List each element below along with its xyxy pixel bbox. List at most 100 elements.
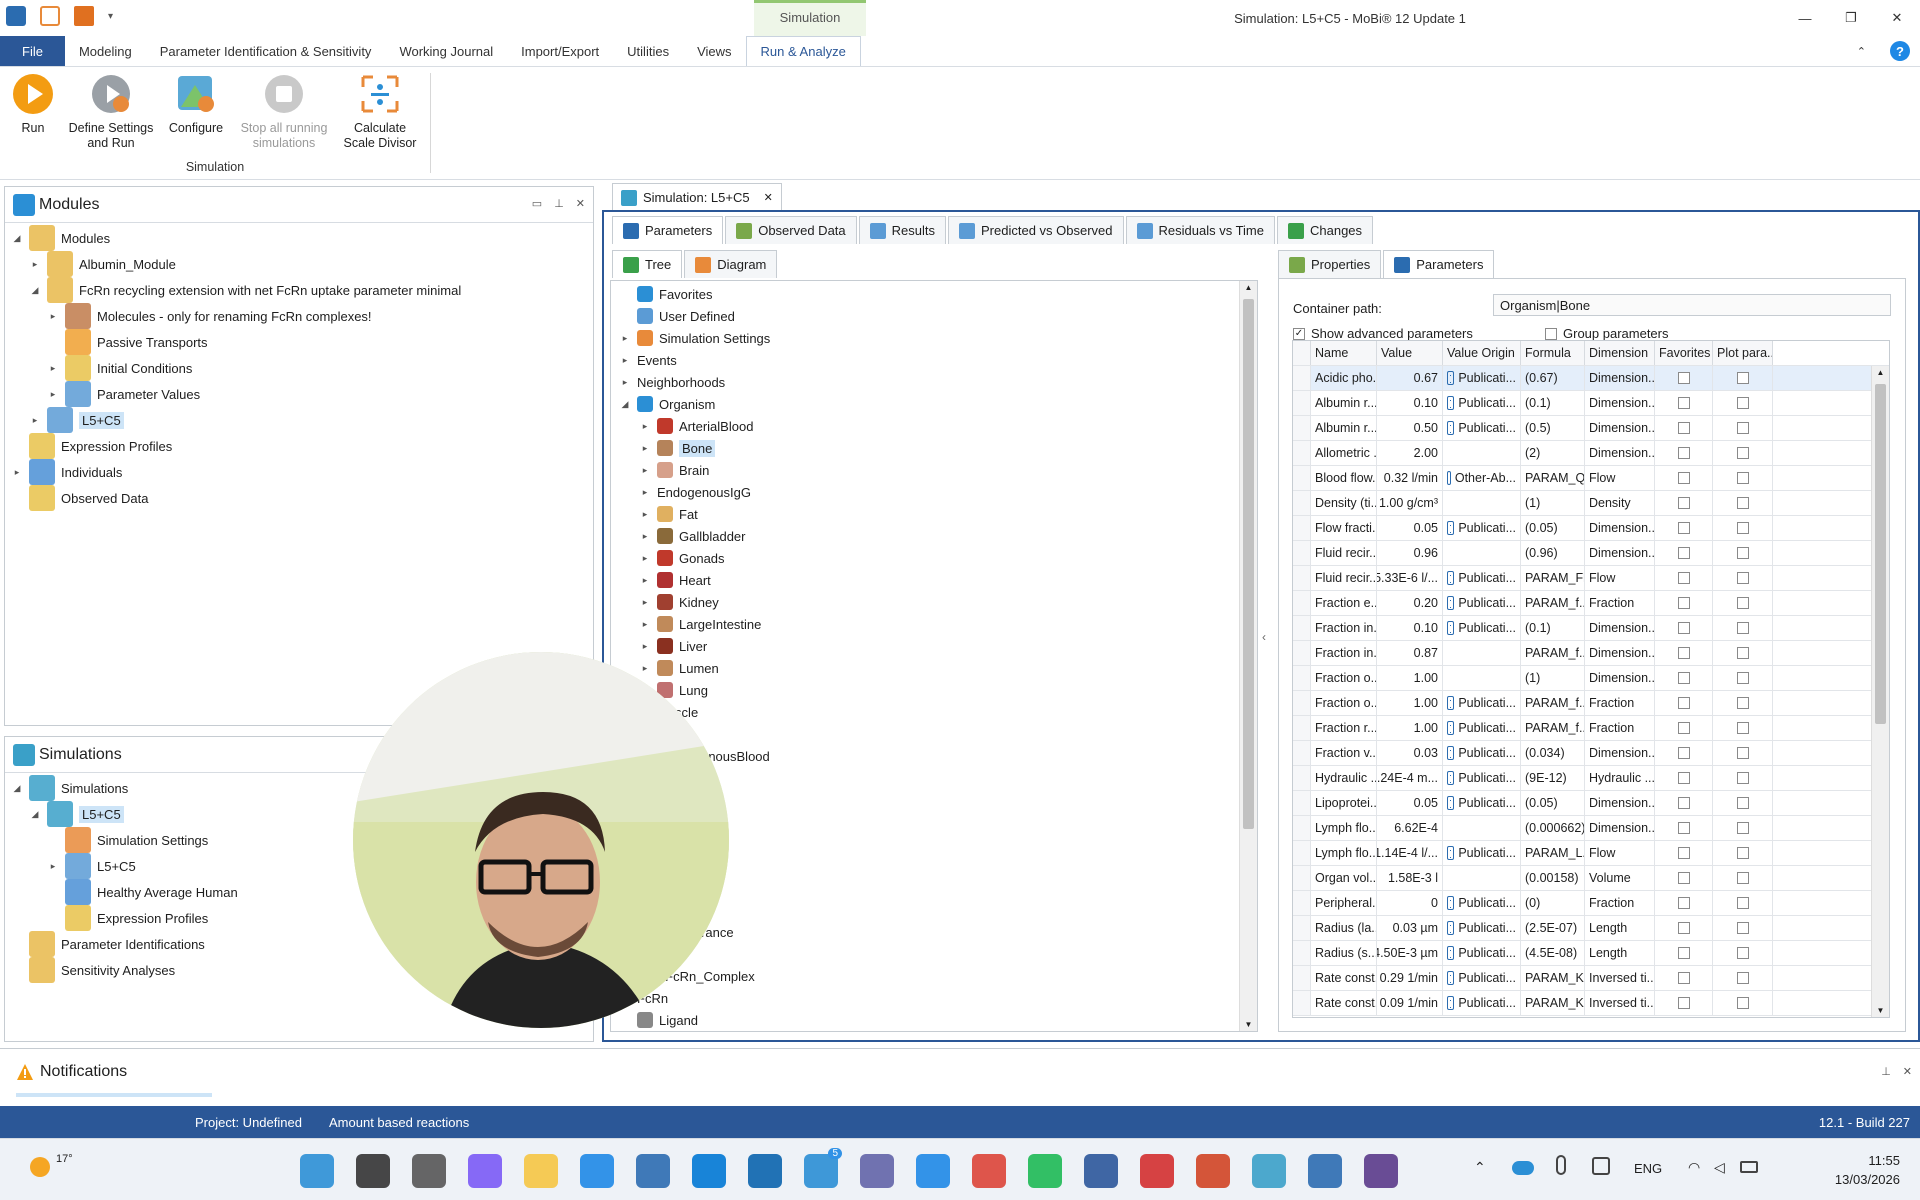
param-value-origin[interactable] [1443, 816, 1521, 840]
tab-properties[interactable]: Properties [1278, 250, 1382, 278]
plot-parameter-checkbox-box[interactable] [1736, 697, 1749, 709]
tab-parameters[interactable]: Parameters [1383, 250, 1495, 278]
task-view-icon[interactable] [412, 1154, 446, 1188]
github-icon[interactable] [1364, 1154, 1398, 1188]
plot-parameter-checkbox[interactable] [1713, 616, 1773, 640]
favorite-checkbox-box[interactable] [1677, 772, 1690, 784]
param-value[interactable]: 1.14E-4 l/... [1377, 841, 1443, 865]
help-button[interactable]: ? [1880, 36, 1920, 66]
menu-run-analyze[interactable]: Run & Analyze [745, 36, 861, 66]
table-row[interactable]: Radius (la... 0.03 µm Publicati... (2.5E… [1293, 916, 1889, 941]
favorite-checkbox-box[interactable] [1677, 647, 1690, 659]
plot-parameter-checkbox[interactable] [1713, 941, 1773, 965]
plot-parameter-checkbox[interactable] [1713, 466, 1773, 490]
tray-app-icon[interactable] [1592, 1157, 1610, 1175]
param-value-origin[interactable]: Publicati... [1443, 966, 1521, 990]
parameter-tree-node[interactable]: ▸ Heart [639, 569, 711, 591]
document-tab-simulation[interactable]: Simulation: L5+C5 ✕ [612, 183, 782, 211]
save-icon[interactable] [74, 6, 94, 26]
container-path-field[interactable]: Organism|Bone [1493, 294, 1891, 316]
param-value-origin[interactable]: Other-Ab... [1443, 466, 1521, 490]
param-value[interactable]: 1.58E-3 l [1377, 866, 1443, 890]
favorite-checkbox-box[interactable] [1677, 472, 1690, 484]
favorite-checkbox-box[interactable] [1677, 397, 1690, 409]
param-value-origin[interactable]: Publicati... [1443, 516, 1521, 540]
param-value[interactable]: 6.62E-4 [1377, 816, 1443, 840]
expander-icon[interactable]: ▸ [47, 363, 59, 374]
tab-observed-data[interactable]: Observed Data [725, 216, 857, 244]
favorite-checkbox[interactable] [1655, 491, 1713, 515]
close-notifications-icon[interactable]: ✕ [1903, 1065, 1912, 1078]
favorite-checkbox[interactable] [1655, 641, 1713, 665]
column-header[interactable]: Value [1377, 341, 1443, 365]
minimize-button[interactable]: — [1782, 0, 1828, 36]
favorite-checkbox-box[interactable] [1677, 372, 1690, 384]
expander-icon[interactable]: ▸ [639, 487, 651, 498]
plot-parameter-checkbox-box[interactable] [1736, 472, 1749, 484]
parameter-tree-node[interactable]: ▸ Fat [639, 503, 698, 525]
expander-icon[interactable]: ▸ [619, 355, 631, 366]
pksim-icon[interactable] [1252, 1154, 1286, 1188]
favorite-checkbox-box[interactable] [1677, 597, 1690, 609]
plot-parameter-checkbox[interactable] [1713, 491, 1773, 515]
favorite-checkbox[interactable] [1655, 841, 1713, 865]
expander-icon[interactable]: ▸ [639, 465, 651, 476]
param-value-origin[interactable] [1443, 866, 1521, 890]
tab-tree[interactable]: Tree [612, 250, 683, 278]
table-row[interactable]: Hydraulic ... 3.24E-4 m... Publicati... … [1293, 766, 1889, 791]
favorite-checkbox-box[interactable] [1677, 497, 1690, 509]
parameter-tree-node[interactable]: Favorites [619, 283, 712, 305]
plot-parameter-checkbox-box[interactable] [1736, 547, 1749, 559]
run-button[interactable]: Run [8, 73, 58, 136]
favorite-checkbox[interactable] [1655, 691, 1713, 715]
tree-node[interactable]: ◢ Simulations [11, 775, 128, 801]
scroll-up-icon[interactable]: ▲ [1872, 368, 1889, 377]
group-parameters-checkbox[interactable]: Group parameters [1545, 326, 1669, 341]
column-header[interactable]: Dimension [1585, 341, 1655, 365]
parameter-tree-node[interactable]: ▸ Liver [639, 635, 707, 657]
chrome-icon[interactable] [972, 1154, 1006, 1188]
favorite-checkbox[interactable] [1655, 541, 1713, 565]
menu-views[interactable]: Views [683, 36, 745, 66]
menu-modeling[interactable]: Modeling [65, 36, 146, 66]
table-row[interactable]: Fluid recir... 0.96 (0.96) Dimension... [1293, 541, 1889, 566]
table-row[interactable]: Fraction r... 1.00 Publicati... PARAM_f.… [1293, 716, 1889, 741]
table-row[interactable]: Blood flow... 0.32 l/min Other-Ab... PAR… [1293, 466, 1889, 491]
table-row[interactable]: Flow fracti... 0.05 Publicati... (0.05) … [1293, 516, 1889, 541]
file-explorer-icon[interactable] [524, 1154, 558, 1188]
favorite-checkbox[interactable] [1655, 616, 1713, 640]
table-row[interactable]: Organ vol... 1.58E-3 l (0.00158) Volume [1293, 866, 1889, 891]
tree-node[interactable]: ▸ Initial Conditions [47, 355, 192, 381]
parameter-tree-node[interactable]: ▸ Simulation Settings [619, 327, 770, 349]
favorite-checkbox[interactable] [1655, 716, 1713, 740]
param-value[interactable]: 0.96 [1377, 541, 1443, 565]
favorite-checkbox[interactable] [1655, 591, 1713, 615]
table-row[interactable]: Fraction in... 0.87 PARAM_f... Dimension… [1293, 641, 1889, 666]
parameter-tree-node[interactable]: ▸ Brain [639, 459, 709, 481]
expander-icon[interactable]: ◢ [11, 233, 23, 244]
param-value[interactable]: 4.50E-3 µm [1377, 941, 1443, 965]
favorite-checkbox-box[interactable] [1677, 947, 1690, 959]
expander-icon[interactable]: ▸ [29, 415, 41, 426]
param-value-origin[interactable]: Publicati... [1443, 991, 1521, 1015]
table-row[interactable]: Fraction v... 0.03 Publicati... (0.034) … [1293, 741, 1889, 766]
plot-parameter-checkbox-box[interactable] [1736, 672, 1749, 684]
plot-parameter-checkbox-box[interactable] [1736, 597, 1749, 609]
parameter-tree-node[interactable]: ▸ Gonads [639, 547, 725, 569]
scroll-down-icon[interactable]: ▼ [1872, 1006, 1889, 1015]
favorite-checkbox-box[interactable] [1677, 847, 1690, 859]
close-button[interactable]: ✕ [1874, 0, 1920, 36]
favorite-checkbox-box[interactable] [1677, 897, 1690, 909]
expander-icon[interactable]: ▸ [47, 311, 59, 322]
tree-node[interactable]: Parameter Identifications [11, 931, 205, 957]
expander-icon[interactable]: ▸ [639, 597, 651, 608]
plot-parameter-checkbox-box[interactable] [1736, 422, 1749, 434]
param-value-origin[interactable]: Publicati... [1443, 566, 1521, 590]
plot-parameter-checkbox[interactable] [1713, 691, 1773, 715]
param-value[interactable]: 0.32 l/min [1377, 466, 1443, 490]
favorite-checkbox[interactable] [1655, 566, 1713, 590]
expander-icon[interactable]: ▸ [619, 377, 631, 388]
restore-button[interactable]: ❐ [1828, 0, 1874, 36]
plot-parameter-checkbox[interactable] [1713, 816, 1773, 840]
plot-parameter-checkbox-box[interactable] [1736, 522, 1749, 534]
